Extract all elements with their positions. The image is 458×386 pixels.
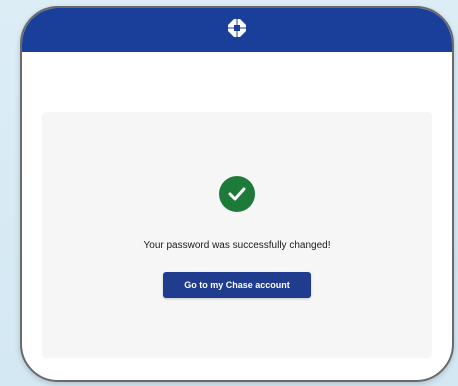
chase-logo-icon bbox=[228, 19, 246, 37]
success-message: Your password was successfully changed! bbox=[143, 240, 331, 251]
checkmark-icon bbox=[228, 187, 246, 201]
go-to-account-button[interactable]: Go to my Chase account bbox=[163, 272, 311, 298]
check-circle-icon bbox=[219, 176, 255, 212]
device-frame: Your password was successfully changed! … bbox=[20, 6, 454, 382]
confirmation-card: Your password was successfully changed! … bbox=[42, 112, 432, 358]
app-header bbox=[22, 8, 452, 52]
